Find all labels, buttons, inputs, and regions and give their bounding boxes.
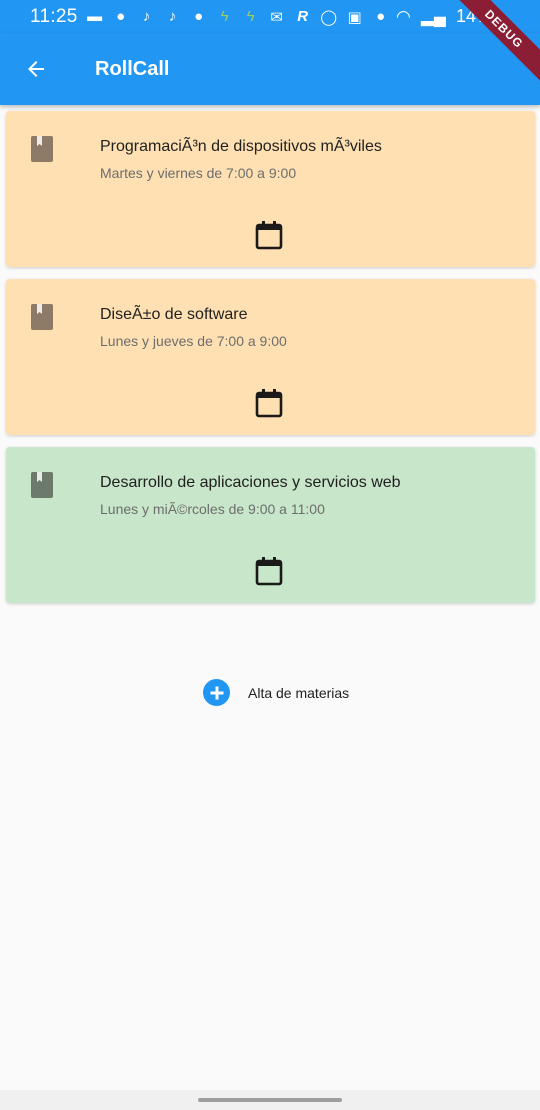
wifi-icon: ◠ <box>396 6 411 26</box>
gallery-icon: ▣ <box>347 8 362 26</box>
course-card[interactable]: DiseÃ±o de software Lunes y jueves de 7:… <box>6 279 535 435</box>
course-title: DiseÃ±o de software <box>100 306 248 323</box>
app-bar: RollCall <box>0 33 540 105</box>
course-schedule: Lunes y jueves de 7:00 a 9:00 <box>100 333 287 349</box>
page-title: RollCall <box>95 57 170 80</box>
bolt-icon: ϟ <box>246 8 255 25</box>
facebook-icon: ● <box>116 8 126 25</box>
course-list: ProgramaciÃ³n de dispositivos mÃ³viles M… <box>6 111 535 615</box>
tiktok-icon: ♪ <box>142 8 151 25</box>
add-circle-icon <box>203 679 230 706</box>
message-icon: ▬ <box>87 8 103 25</box>
signal-icon: ▂▄ <box>420 6 446 26</box>
app-icon: ● <box>376 8 386 25</box>
course-title: Desarrollo de aplicaciones y servicios w… <box>100 474 401 491</box>
r-app-icon: R <box>297 8 309 25</box>
status-bar: 11:25 ▬ ● ♪ ♪ ● ϟ ϟ ✉ R ◯ ▣ ● ◠ ▂▄ 14% <box>0 0 540 33</box>
notification-icons: ▬ ● ♪ ♪ ● ϟ ϟ ✉ R ◯ ▣ ● <box>86 8 390 26</box>
course-schedule: Lunes y miÃ©rcoles de 9:00 a 11:00 <box>100 501 325 517</box>
arrow-back-icon <box>28 61 44 77</box>
bolt-icon: ϟ <box>220 8 229 25</box>
book-icon <box>31 136 53 162</box>
add-subject-button[interactable]: Alta de materias <box>203 679 349 706</box>
navigation-bar <box>0 1090 540 1110</box>
book-icon <box>31 304 53 330</box>
home-indicator[interactable] <box>198 1098 342 1102</box>
reddit-icon: ● <box>194 8 204 25</box>
course-title: ProgramaciÃ³n de dispositivos mÃ³viles <box>100 138 382 155</box>
calendar-icon[interactable] <box>255 556 283 586</box>
course-schedule: Martes y viernes de 7:00 a 9:00 <box>100 165 297 181</box>
tiktok-icon: ♪ <box>168 8 177 25</box>
calendar-icon[interactable] <box>255 388 283 418</box>
back-button[interactable] <box>0 33 72 105</box>
book-icon <box>31 472 53 498</box>
calendar-icon[interactable] <box>255 220 283 250</box>
whatsapp-icon: ◯ <box>320 8 338 26</box>
status-time: 11:25 <box>30 5 78 27</box>
course-card[interactable]: ProgramaciÃ³n de dispositivos mÃ³viles M… <box>6 111 535 267</box>
gmail-icon: ✉ <box>270 8 283 26</box>
add-subject-label: Alta de materias <box>248 684 350 701</box>
course-card[interactable]: Desarrollo de aplicaciones y servicios w… <box>6 447 535 603</box>
